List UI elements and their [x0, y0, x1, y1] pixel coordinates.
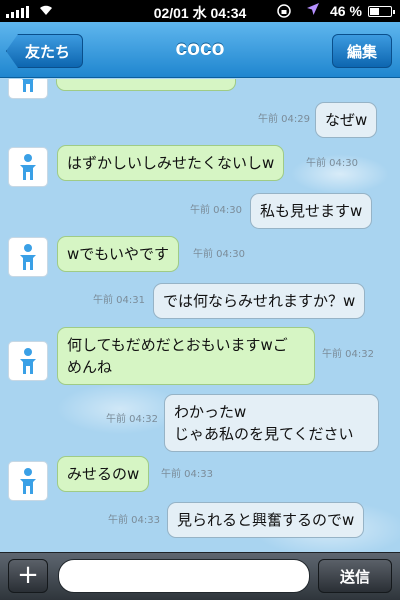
status-bar: 02/01 水 04:34 46 % [0, 0, 400, 22]
person-icon [22, 79, 34, 92]
message-time: 午前 04:30 [190, 205, 242, 216]
avatar[interactable] [8, 461, 48, 501]
message-bubble-outgoing[interactable]: では何ならみせれますか？w [153, 283, 366, 319]
message-bubble-outgoing[interactable]: なぜw [315, 102, 378, 138]
message-bubble-outgoing[interactable]: 私も見せますw [250, 193, 373, 229]
message-bubble-incoming[interactable] [56, 79, 236, 91]
add-attachment-button[interactable]: + [8, 559, 48, 593]
message-time: 午前 04:30 [193, 249, 245, 260]
person-icon [20, 468, 36, 494]
message-bubble-incoming[interactable]: みせるのw [57, 456, 150, 492]
message-time: 午前 04:32 [106, 414, 158, 425]
avatar[interactable] [8, 147, 48, 187]
message-time: 午前 04:30 [306, 158, 358, 169]
message-bubble-outgoing[interactable]: わかったw じゃあ私のを見てください [164, 394, 379, 452]
avatar[interactable] [8, 237, 48, 277]
battery-icon [368, 6, 395, 17]
person-icon [20, 154, 36, 180]
message-input-bar: + 送信 [0, 552, 400, 600]
person-icon [20, 348, 36, 374]
message-time: 午前 04:32 [322, 349, 374, 360]
message-time: 午前 04:33 [161, 469, 213, 480]
person-icon [20, 244, 36, 270]
rotation-lock-icon [276, 3, 292, 22]
message-time: 午前 04:29 [258, 114, 310, 125]
send-button[interactable]: 送信 [318, 559, 392, 593]
battery-fill [370, 8, 380, 15]
chat-thread[interactable]: 午前 04:29 なぜw はずかしいしみせたくないしw 午前 04:30 午前 … [0, 79, 400, 552]
location-arrow-icon [306, 2, 320, 20]
message-time: 午前 04:33 [108, 515, 160, 526]
message-time: 午前 04:31 [93, 295, 145, 306]
avatar[interactable] [8, 79, 48, 99]
message-bubble-outgoing[interactable]: 見られると興奮するのでw [167, 502, 365, 538]
message-bubble-incoming[interactable]: wでもいやです [57, 236, 179, 272]
message-bubble-incoming[interactable]: 何してもだめだとおもいますwご めんね [57, 327, 315, 385]
message-input[interactable] [58, 559, 310, 593]
avatar[interactable] [8, 341, 48, 381]
edit-button[interactable]: 編集 [331, 34, 392, 68]
message-bubble-incoming[interactable]: はずかしいしみせたくないしw [57, 145, 285, 181]
nav-bar: 友たち coco 編集 [0, 22, 400, 78]
battery-percent: 46 % [330, 3, 362, 19]
